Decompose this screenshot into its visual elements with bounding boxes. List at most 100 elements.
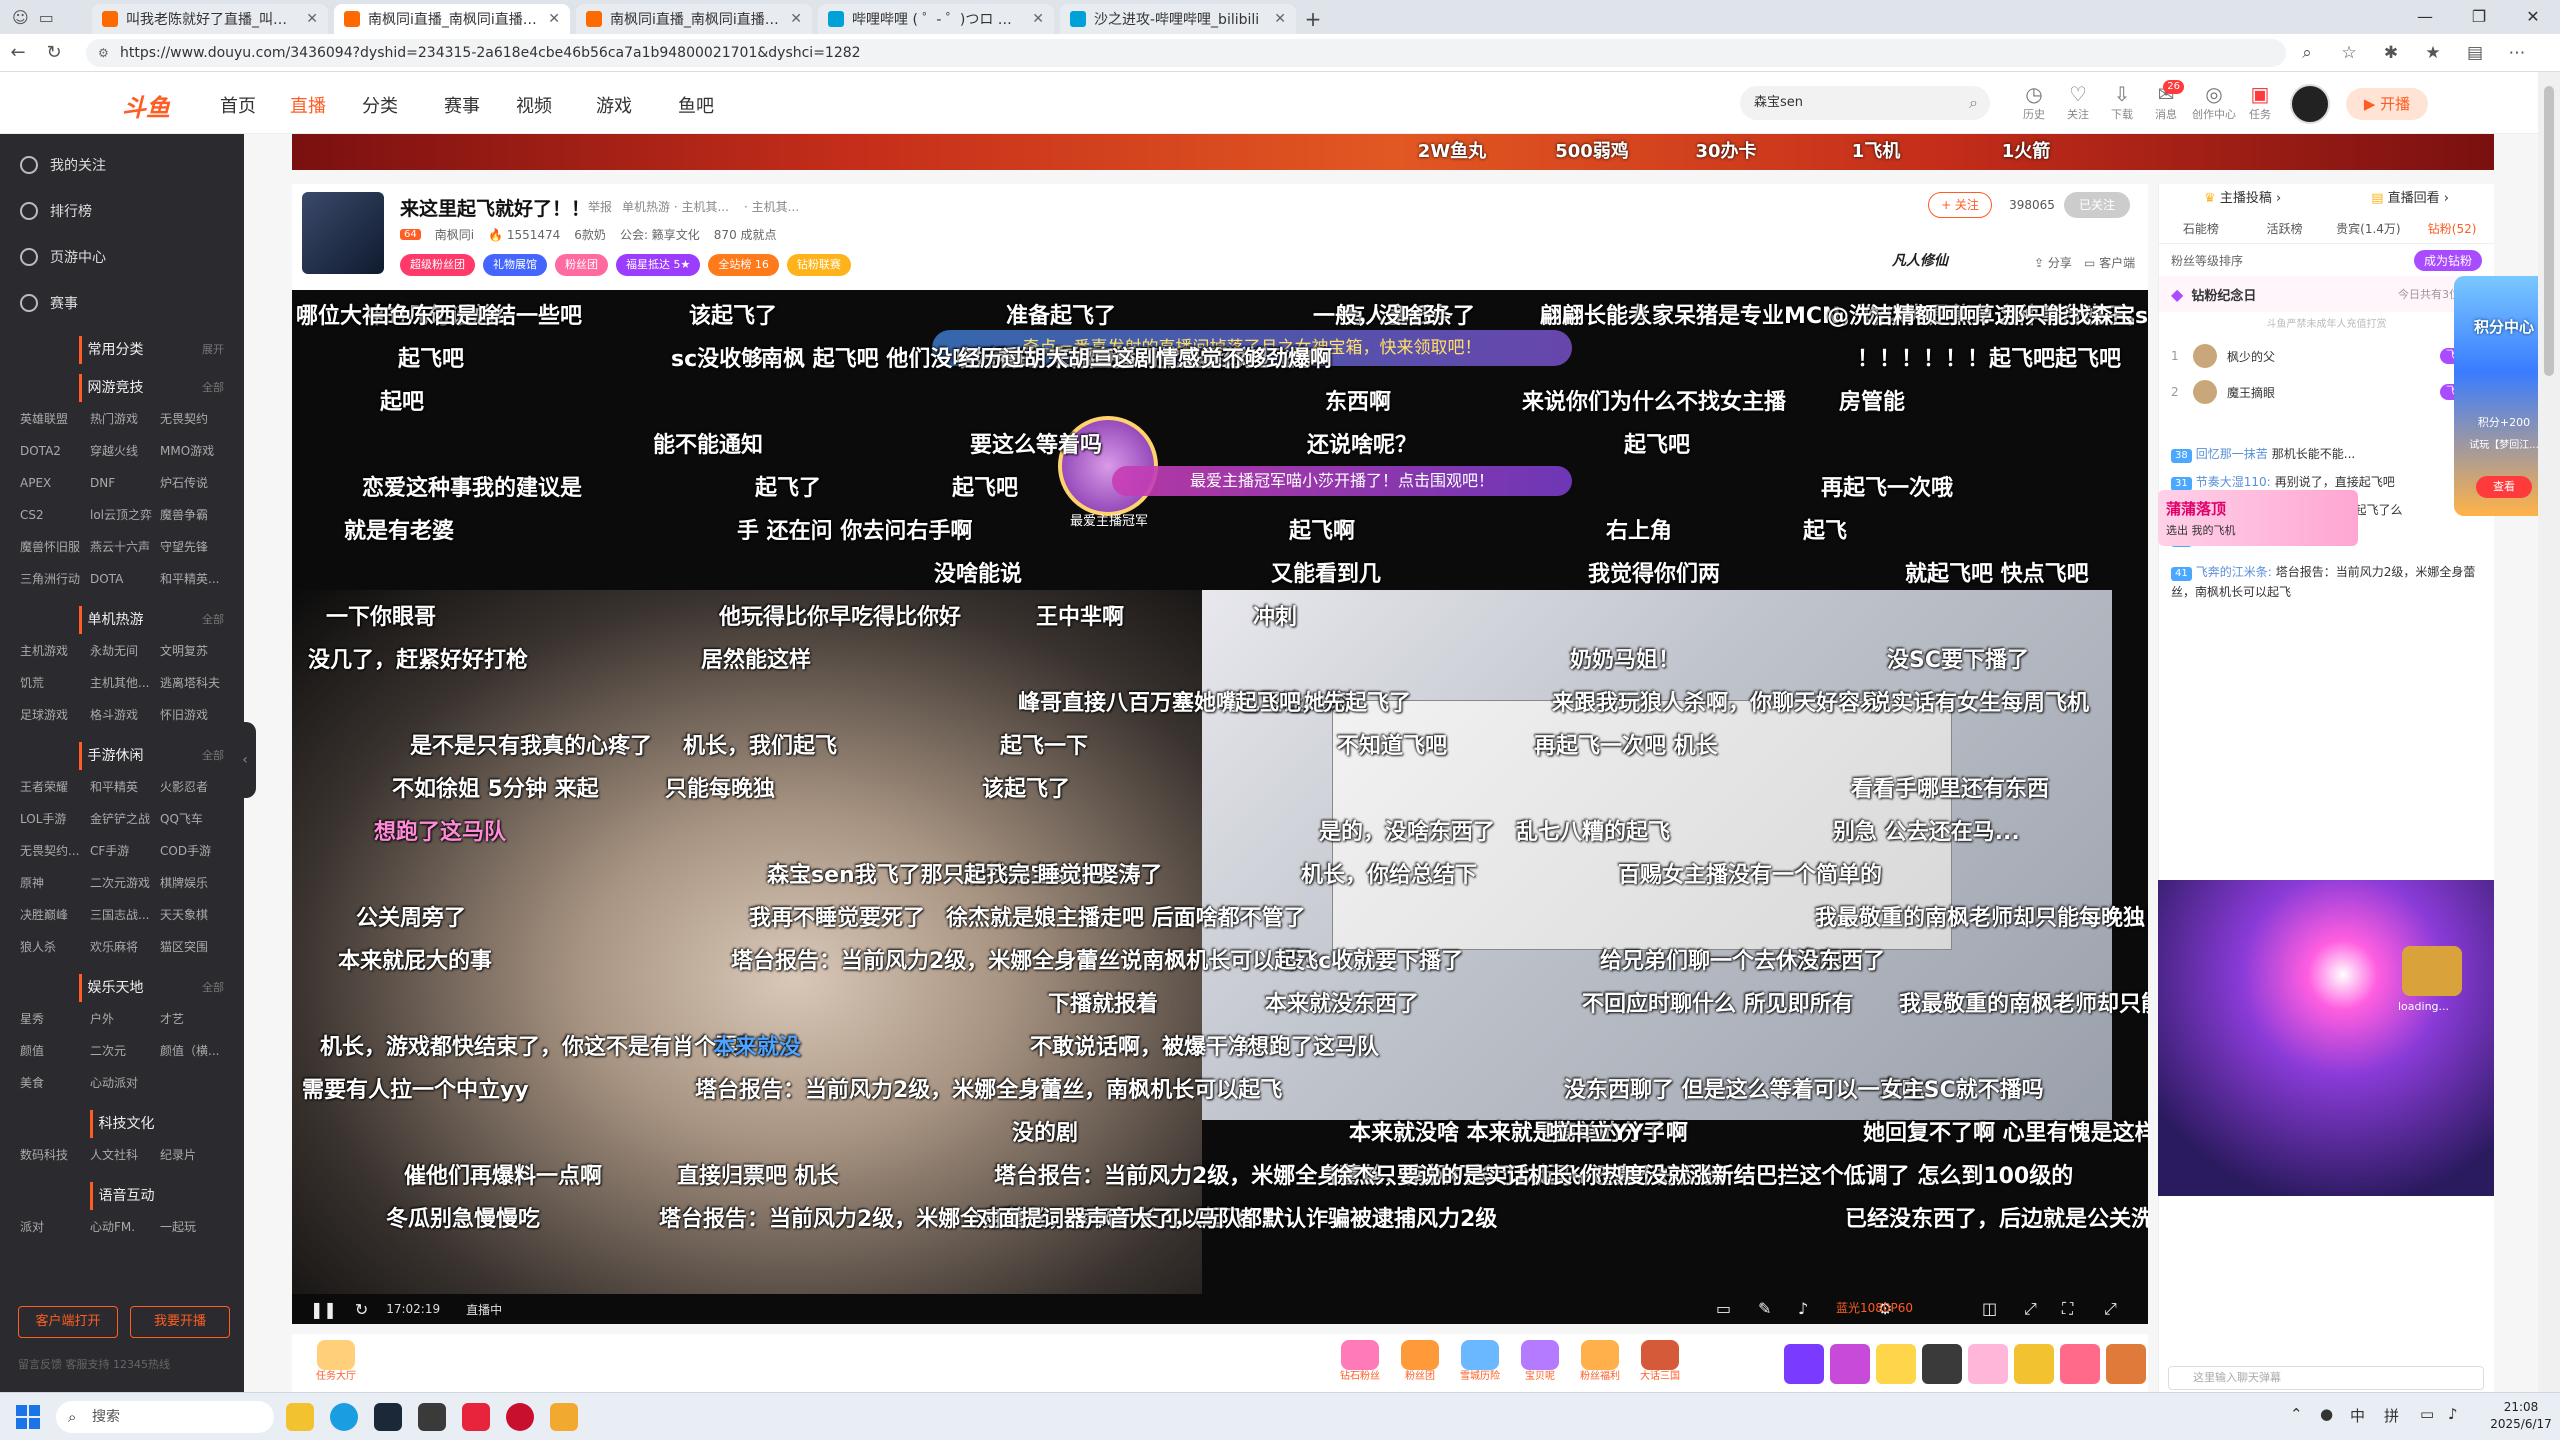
netease-music-icon[interactable]	[462, 1403, 490, 1431]
close-icon[interactable]: ✕	[1274, 11, 1286, 27]
search-input[interactable]: 森宝sen ⌕	[1740, 86, 1990, 120]
gift-item[interactable]: 粉丝福利	[1572, 1340, 1628, 1388]
nav-fishbar[interactable]: 鱼吧	[678, 92, 714, 118]
tab-active-rank[interactable]: 活跃榜	[2243, 214, 2327, 243]
ime-mode[interactable]: 拼	[2384, 1405, 2399, 1426]
site-info-icon[interactable]: ⚙	[98, 39, 109, 67]
danmaku-settings-icon[interactable]: ✎	[1758, 1294, 1771, 1324]
system-clock[interactable]: 21:08 2025/6/17	[2486, 1399, 2556, 1433]
streamer-name[interactable]: 南枫同i	[435, 226, 474, 243]
open-client-button[interactable]: 客户端打开	[18, 1306, 118, 1338]
header-download[interactable]: ⇩ 下载	[2098, 82, 2146, 122]
search-icon[interactable]: ⌕	[1969, 86, 1978, 120]
sidebar-category-item[interactable]: 天天象棋	[160, 902, 230, 928]
sidebar-category-item[interactable]: 棋牌娱乐	[160, 870, 230, 896]
file-explorer-icon[interactable]	[286, 1403, 314, 1431]
sponsor-logo[interactable]: 凡人修仙	[1892, 250, 2012, 276]
more-icon[interactable]: ⋯	[2496, 43, 2538, 63]
bookmark-star-icon[interactable]: ☆	[2328, 43, 2370, 63]
gift-item[interactable]: 钻石粉丝	[1332, 1340, 1388, 1388]
sidebar-my-follow[interactable]: 我的关注	[0, 142, 244, 188]
sidebar-category-item[interactable]: 守望先锋	[160, 534, 230, 560]
sidebar-category-item[interactable]: 星秀	[20, 1006, 90, 1032]
web-fullscreen-icon[interactable]: ⛶	[2062, 1294, 2073, 1324]
sidebar-category-item[interactable]: DNF	[90, 470, 160, 496]
close-icon[interactable]: ✕	[790, 11, 802, 27]
gift-icon[interactable]	[1784, 1344, 1824, 1384]
fullscreen-icon[interactable]: ⤢	[2104, 1294, 2117, 1324]
app-icon[interactable]	[506, 1403, 534, 1431]
nav-games[interactable]: 游戏	[596, 92, 632, 118]
nav-live[interactable]: 直播	[290, 92, 326, 118]
sidebar-category-item[interactable]: 怀旧游戏	[160, 702, 230, 728]
sidebar-category-item[interactable]: CF手游	[90, 838, 160, 864]
sidebar-category-item[interactable]: 和平精英...	[160, 566, 230, 592]
sidebar-category-item[interactable]: 穿越火线	[90, 438, 160, 464]
room-tag[interactable]: 超级粉丝团	[400, 254, 475, 276]
category-breadcrumb[interactable]: · 主机其...	[744, 198, 799, 215]
sidebar-category-item[interactable]: DOTA2	[20, 438, 90, 464]
event-ad-card[interactable]: 蒲蒲落顶 选出 我的飞机	[2158, 490, 2358, 546]
room-tag[interactable]: 福星抵达 5★	[616, 254, 701, 276]
sidebar-category-item[interactable]: 人文社科	[90, 1142, 160, 1168]
streamer-submit-link[interactable]: ♛ 主播投稿 ›	[2204, 184, 2281, 214]
sidebar-ranking[interactable]: 排行榜	[0, 188, 244, 234]
sidebar-category-item[interactable]: 魔兽争霸	[160, 502, 230, 528]
sidebar-category-item[interactable]: 饥荒	[20, 670, 90, 696]
sidebar-category-item[interactable]: 二次元	[90, 1038, 160, 1064]
follow-button[interactable]: + 关注	[1928, 192, 1992, 218]
sidebar-category-item[interactable]: 决胜巅峰	[20, 902, 90, 928]
gift-icon[interactable]	[1830, 1344, 1870, 1384]
sidebar-category-item[interactable]: lol云顶之弈	[90, 502, 160, 528]
sidebar-category-item[interactable]: 颜值	[20, 1038, 90, 1064]
sidebar-category-item[interactable]: 英雄联盟	[20, 406, 90, 432]
network-icon[interactable]: ▭	[2420, 1405, 2434, 1423]
fan-sort-label[interactable]: 粉丝等级排序	[2171, 252, 2243, 269]
sidebar-category-item[interactable]: 无畏契约...	[20, 838, 90, 864]
sidebar-category-item[interactable]: 热门游戏	[90, 406, 160, 432]
rank-row[interactable]: 1枫少的父飞行员	[2159, 338, 2494, 374]
sidebar-category-item[interactable]: 格斗游戏	[90, 702, 160, 728]
volume-icon[interactable]: ♪	[1798, 1294, 1808, 1324]
sidebar-category-item[interactable]: 足球游戏	[20, 702, 90, 728]
sidebar-webgame[interactable]: 页游中心	[0, 234, 244, 280]
sidebar-category-item[interactable]: 狼人杀	[20, 934, 90, 960]
url-field[interactable]: ⚙ https://www.douyu.com/3436094?dyshid=23…	[86, 38, 2286, 67]
room-tag[interactable]: 礼物展馆	[483, 254, 547, 276]
favorites-icon[interactable]: ★	[2412, 43, 2454, 63]
sidebar-category-item[interactable]: 火影忍者	[160, 774, 230, 800]
sidebar-events[interactable]: 赛事	[0, 280, 244, 326]
close-icon[interactable]: ✕	[548, 11, 560, 27]
close-window-icon[interactable]: ✕	[2506, 0, 2560, 34]
room-tag[interactable]: 粉丝团	[555, 254, 608, 276]
sidebar-category-item[interactable]: LOL手游	[20, 806, 90, 832]
nav-home[interactable]: 首页	[220, 92, 256, 118]
sidebar-category-item[interactable]: 三国志战...	[90, 902, 160, 928]
theater-icon[interactable]: ⤢	[2024, 1294, 2037, 1324]
sidebar-category-item[interactable]: 户外	[90, 1006, 160, 1032]
gift-icon[interactable]	[2014, 1344, 2054, 1384]
tab-actions-icon[interactable]: ▭	[39, 8, 54, 27]
ime-language[interactable]: 中	[2350, 1405, 2365, 1426]
profile-icon[interactable]: ☺	[12, 8, 29, 27]
top-banner[interactable]: 2W鱼丸 500弱鸡 30办卡 1飞机 1火箭	[292, 134, 2494, 170]
category-breadcrumb[interactable]: 单机热游 · 主机其...	[622, 198, 729, 215]
header-message[interactable]: ✉ 消息 26	[2142, 80, 2190, 122]
treasure-chest-icon[interactable]	[2402, 946, 2462, 996]
refresh-icon[interactable]: ↻	[36, 42, 72, 63]
replay-link[interactable]: ▤ 直播回看 ›	[2371, 184, 2449, 214]
chat-nickname[interactable]: 回忆那一抹苦	[2196, 447, 2268, 461]
ad-view-button[interactable]: 查看	[2476, 476, 2532, 498]
close-icon[interactable]: ✕	[306, 11, 318, 27]
maximize-icon[interactable]: ❐	[2452, 0, 2506, 34]
game-promo-image[interactable]: loading...	[2158, 880, 2494, 1196]
live-notice[interactable]: 最爱主播冠军喵小莎开播了！点击围观吧！	[1112, 466, 1572, 496]
chat-nickname[interactable]: 节奏大湿110:	[2196, 475, 2271, 489]
minimize-icon[interactable]: —	[2398, 0, 2452, 34]
edge-browser-icon[interactable]	[330, 1403, 358, 1431]
chat-message[interactable]: 41 飞奔的江米条: 塔台报告：当前风力2级，米娜全身蕾丝，南枫机长可以起飞	[2159, 558, 2494, 606]
volume-tray-icon[interactable]: ♪	[2448, 1405, 2458, 1423]
rank-row[interactable]: 2魔王摘眼飞行员	[2159, 374, 2494, 410]
guild-info[interactable]: 公会: 籁享文化	[620, 226, 700, 243]
close-icon[interactable]: ✕	[1032, 11, 1044, 27]
